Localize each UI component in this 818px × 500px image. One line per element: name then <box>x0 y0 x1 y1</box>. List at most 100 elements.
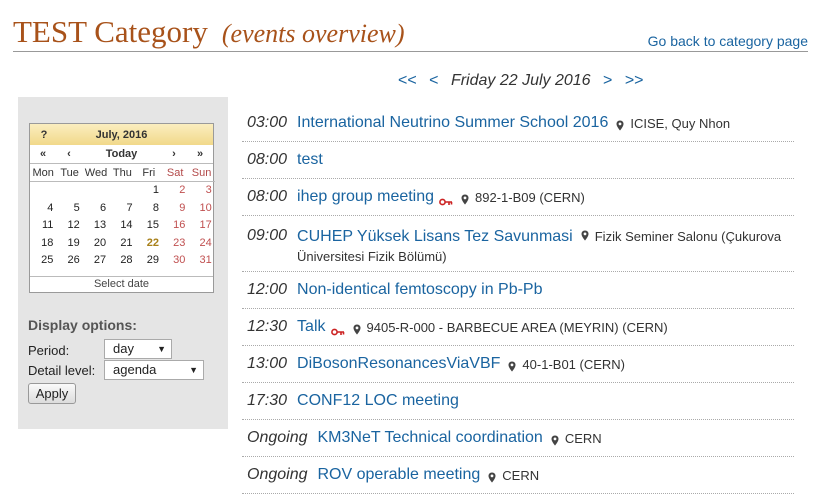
event-time: 03:00 <box>247 114 288 131</box>
event-row: 08:00 test <box>242 142 794 179</box>
calendar-day[interactable]: 12 <box>56 217 82 235</box>
event-title-link[interactable]: DiBosonResonancesViaVBF <box>297 355 500 373</box>
event-list: 03:00 International Neutrino Summer Schoo… <box>242 105 794 494</box>
prev-month-button[interactable]: ‹ <box>56 148 82 160</box>
calendar-day[interactable]: 18 <box>30 235 56 253</box>
calendar-header: ? July, 2016 <box>30 124 213 145</box>
calendar-day[interactable]: 9 <box>162 200 188 218</box>
detail-level-select[interactable]: agenda ▼ <box>104 360 204 380</box>
map-pin-icon <box>353 322 361 334</box>
calendar-day[interactable]: 4 <box>30 200 56 218</box>
event-title-link[interactable]: KM3NeT Technical coordination <box>318 429 543 447</box>
next-month-button[interactable]: › <box>161 148 187 160</box>
calendar-day[interactable]: 7 <box>109 200 135 218</box>
event-row: 13:00 DiBosonResonancesViaVBF 40-1-B01 (CE… <box>242 346 794 383</box>
calendar-day[interactable]: 26 <box>56 252 82 270</box>
calendar-grid: Mon Tue Wed Thu Fri Sat Sun 1 2 3 4 5 6 7 8 9 10 11 12 13 14… <box>30 164 215 270</box>
map-pin-icon <box>551 433 559 445</box>
calendar-day[interactable]: 8 <box>136 200 162 218</box>
map-pin-icon <box>488 470 496 482</box>
calendar-day[interactable]: 14 <box>109 217 135 235</box>
calendar-day[interactable]: 10 <box>188 200 214 218</box>
select-date-label: Select date <box>30 276 213 292</box>
event-row: Ongoing ROV operable meeting CERN <box>242 457 794 494</box>
calendar-day[interactable]: 27 <box>83 252 109 270</box>
event-title-link[interactable]: test <box>297 151 323 169</box>
calendar-day[interactable]: 6 <box>83 200 109 218</box>
calendar-day[interactable]: 28 <box>109 252 135 270</box>
first-page-link[interactable]: << <box>398 72 417 89</box>
chevron-down-icon: ▼ <box>189 365 198 375</box>
event-title-link[interactable]: International Neutrino Summer School 201… <box>297 114 608 132</box>
calendar-day[interactable]: 5 <box>56 200 82 218</box>
calendar-day[interactable]: 17 <box>188 217 214 235</box>
calendar-day[interactable]: 24 <box>188 235 214 253</box>
weekday-header: Wed <box>82 164 110 182</box>
period-select[interactable]: day ▼ <box>104 339 172 359</box>
calendar-day[interactable]: 25 <box>30 252 56 270</box>
previous-day-link[interactable]: < <box>429 72 438 89</box>
calendar-day[interactable]: 21 <box>109 235 135 253</box>
event-title-link[interactable]: ihep group meeting <box>297 188 434 206</box>
weekday-header: Sat <box>161 164 189 182</box>
map-pin-icon <box>461 192 469 204</box>
chevron-down-icon: ▼ <box>157 344 166 354</box>
page-header: TEST Category (events overview) Go back t… <box>13 12 808 52</box>
last-page-link[interactable]: >> <box>625 72 644 89</box>
sidebar: ? July, 2016 « ‹ Today › » Mon Tue Wed Thu F… <box>18 97 228 429</box>
calendar-empty-cell <box>83 182 109 200</box>
apply-button[interactable]: Apply <box>28 383 76 404</box>
calendar-nav: « ‹ Today › » <box>30 145 213 164</box>
event-time: Ongoing <box>247 466 308 483</box>
event-time: 08:00 <box>247 188 288 205</box>
event-time: Ongoing <box>247 429 308 446</box>
calendar-empty-cell <box>30 182 56 200</box>
event-title-link[interactable]: Non-identical femtoscopy in Pb-Pb <box>297 281 542 299</box>
event-row: 09:00 CUHEP Yüksek Lisans Tez Savunmasi Fi… <box>242 216 794 272</box>
event-row: Ongoing KM3NeT Technical coordination CERN <box>242 420 794 457</box>
calendar-day[interactable]: 2 <box>162 182 188 200</box>
next-day-link[interactable]: > <box>603 72 612 89</box>
next-year-button[interactable]: » <box>187 148 213 160</box>
event-title-link[interactable]: Talk <box>297 318 325 336</box>
event-location: ICISE, Quy Nhon <box>630 115 731 131</box>
calendar-day[interactable]: 11 <box>30 217 56 235</box>
page-title: TEST Category (events overview) <box>13 14 405 50</box>
calendar-day[interactable]: 19 <box>56 235 82 253</box>
event-location: CERN <box>564 430 602 446</box>
today-button[interactable]: Today <box>82 148 161 160</box>
prev-year-button[interactable]: « <box>30 148 56 160</box>
event-title-link[interactable]: CONF12 LOC meeting <box>297 392 459 410</box>
calendar-day[interactable]: 30 <box>162 252 188 270</box>
current-date: Friday 22 July 2016 <box>450 72 591 89</box>
event-time: 17:30 <box>247 392 288 409</box>
mini-calendar: ? July, 2016 « ‹ Today › » Mon Tue Wed Thu F… <box>29 123 215 293</box>
category-title: TEST Category <box>13 14 208 49</box>
weekday-header: Mon <box>30 164 57 182</box>
calendar-day[interactable]: 15 <box>136 217 162 235</box>
calendar-day[interactable]: 16 <box>162 217 188 235</box>
calendar-help-button[interactable]: ? <box>30 129 58 141</box>
event-time: 09:00 <box>247 227 288 244</box>
event-title-link[interactable]: CUHEP Yüksek Lisans Tez Savunmasi <box>297 228 573 245</box>
calendar-day[interactable]: 3 <box>188 182 214 200</box>
calendar-month-label: July, 2016 <box>95 128 148 141</box>
calendar-day[interactable]: 20 <box>83 235 109 253</box>
weekday-header: Thu <box>109 164 136 182</box>
map-pin-icon <box>616 118 624 130</box>
calendar-day[interactable]: 13 <box>83 217 109 235</box>
weekday-header: Tue <box>56 164 83 182</box>
event-location: 40-1-B01 (CERN) <box>522 356 626 372</box>
event-title-link[interactable]: ROV operable meeting <box>318 466 481 484</box>
period-select-value: day <box>113 341 134 356</box>
calendar-day[interactable]: 29 <box>136 252 162 270</box>
back-to-category-link[interactable]: Go back to category page <box>648 33 808 49</box>
calendar-day[interactable]: 23 <box>162 235 188 253</box>
calendar-day[interactable]: 22 <box>136 235 162 253</box>
calendar-day[interactable]: 31 <box>188 252 214 270</box>
key-icon <box>330 323 345 336</box>
calendar-day[interactable]: 1 <box>136 182 162 200</box>
map-pin-icon <box>581 227 589 241</box>
display-options-title: Display options: <box>28 317 137 333</box>
event-row: 03:00 International Neutrino Summer Schoo… <box>242 105 794 142</box>
